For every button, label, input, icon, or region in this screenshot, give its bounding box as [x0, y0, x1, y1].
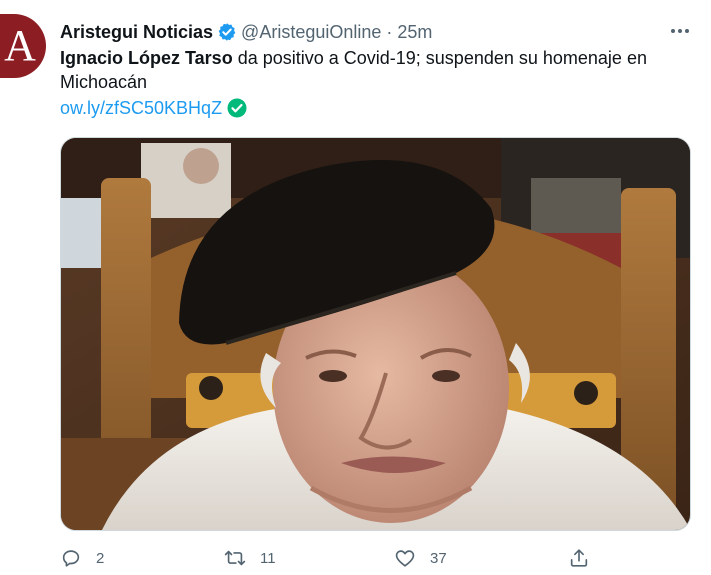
reply-count: 2	[96, 549, 105, 567]
timestamp[interactable]: 25m	[397, 22, 432, 43]
reply-button[interactable]: 2	[60, 543, 104, 573]
tweet-link-line: ow.ly/zfSC50KBHqZ	[60, 96, 247, 120]
avatar-letter: A	[4, 21, 36, 70]
handle[interactable]: @AristeguiOnline	[241, 22, 381, 43]
display-name[interactable]: Aristegui Noticias	[60, 22, 213, 43]
tweet-photo[interactable]	[60, 137, 691, 531]
tweet-card[interactable]: A Aristegui Noticias @AristeguiOnline · …	[0, 0, 711, 575]
more-options-icon[interactable]	[668, 22, 692, 40]
share-icon	[570, 549, 588, 567]
action-bar: 2 11 37	[60, 543, 691, 573]
retweet-icon	[224, 550, 246, 566]
avatar[interactable]: A	[0, 14, 46, 78]
separator-dot: ·	[386, 21, 393, 42]
photo-portrait-elderly-man	[61, 138, 690, 530]
tweet-text: Ignacio López Tarso da positivo a Covid-…	[60, 46, 680, 94]
tweet-header: Aristegui Noticias @AristeguiOnline · 25…	[60, 20, 432, 44]
like-count: 37	[430, 549, 447, 567]
like-icon	[395, 550, 415, 567]
check-circle-icon	[227, 98, 247, 118]
retweet-button[interactable]: 11	[224, 543, 276, 573]
tweet-text-bold: Ignacio López Tarso	[60, 48, 233, 68]
share-button[interactable]	[568, 543, 590, 573]
tweet-link[interactable]: ow.ly/zfSC50KBHqZ	[60, 98, 222, 119]
reply-icon	[62, 550, 80, 567]
like-button[interactable]: 37	[394, 543, 447, 573]
verified-badge-icon	[217, 22, 237, 42]
retweet-count: 11	[260, 549, 276, 567]
